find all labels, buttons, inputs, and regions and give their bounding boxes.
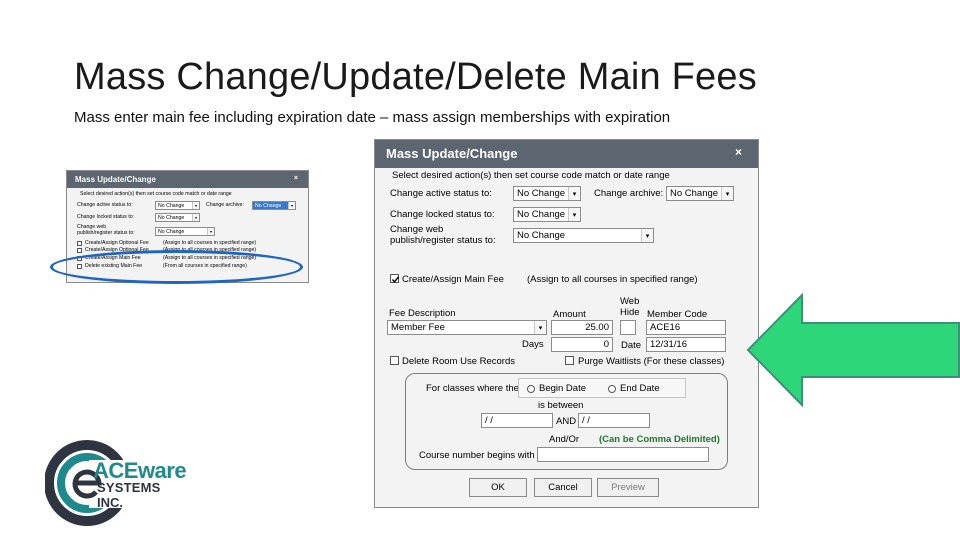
slide-subtitle: Mass enter main fee including expiration… [74, 109, 671, 126]
days-label: Days [522, 339, 544, 350]
amount-input[interactable]: 25.00 [551, 320, 613, 335]
small-instructions: Select desired action(s) then set course… [80, 191, 232, 197]
dialog-titlebar: Mass Update/Change × [375, 140, 758, 168]
small-row-0-note: (Assign to all courses in specified rang… [163, 240, 257, 246]
mass-update-dialog: Mass Update/Change × Select desired acti… [374, 139, 759, 508]
small-active-value: No Change [158, 203, 185, 209]
small-row-0-label: Create/Assign Optional Fee [85, 240, 149, 246]
small-dropdown-icon: ▾ [207, 228, 214, 235]
for-classes-label: For classes where the [426, 383, 519, 394]
purge-waitlists-checkbox[interactable] [565, 356, 574, 365]
small-close-icon[interactable]: × [294, 175, 298, 182]
small-row-1-checkbox[interactable] [77, 248, 82, 253]
is-between-label: is between [538, 400, 584, 411]
end-date-radio[interactable] [608, 385, 616, 393]
locked-status-value: No Change [517, 209, 566, 220]
delete-room-checkbox[interactable] [390, 356, 399, 365]
chevron-down-icon: ▾ [568, 208, 580, 221]
small-locked-label: Change locked status to: [77, 214, 135, 220]
create-main-fee-label: Create/Assign Main Fee [402, 274, 504, 285]
web-status-select[interactable]: No Change ▾ [513, 228, 654, 243]
ok-button[interactable]: OK [469, 478, 527, 497]
instructions-text: Select desired action(s) then set course… [392, 170, 670, 181]
small-dropdown-icon: ▾ [192, 214, 199, 221]
logo-line3: INC. [97, 495, 123, 510]
archive-select[interactable]: No Change ▾ [666, 186, 734, 201]
member-code-input[interactable]: ACE16 [646, 320, 726, 335]
days-input[interactable]: 0 [551, 337, 613, 352]
chevron-down-icon: ▾ [568, 187, 580, 200]
delete-room-label: Delete Room Use Records [402, 356, 515, 367]
small-archive-value: No Change [255, 203, 282, 209]
small-archive-label: Change archive: [206, 202, 244, 208]
comma-delimited-note: (Can be Comma Delimited) [599, 434, 720, 445]
locked-status-select[interactable]: No Change ▾ [513, 207, 581, 222]
web-hide-input[interactable] [620, 320, 636, 335]
chevron-down-icon: ▾ [641, 229, 653, 242]
chevron-down-icon: ▾ [721, 187, 733, 200]
active-status-select[interactable]: No Change ▾ [513, 186, 581, 201]
active-status-label: Change active status to: [390, 188, 492, 199]
web-status-label-1: Change web [390, 224, 444, 235]
fee-description-select[interactable]: Member Fee ▾ [387, 320, 547, 335]
archive-value: No Change [670, 188, 719, 199]
dialog-title: Mass Update/Change [386, 146, 518, 161]
slide-title: Mass Change/Update/Delete Main Fees [74, 56, 757, 98]
and-label: AND [556, 416, 577, 427]
small-archive-select[interactable]: No Change ▾ [252, 201, 296, 210]
purge-waitlists-label: Purge Waitlists (For these classes) [578, 356, 725, 367]
locked-status-label: Change locked status to: [390, 209, 495, 220]
small-locked-select[interactable]: No Change ▾ [155, 213, 200, 222]
small-active-select[interactable]: No Change ▾ [155, 201, 200, 210]
logo-line2: SYSTEMS [97, 480, 161, 495]
amount-header: Amount [553, 309, 586, 320]
web-hide-header-1: Web [620, 296, 640, 307]
web-hide-header-2: Hide [620, 307, 640, 318]
fee-description-value: Member Fee [391, 322, 445, 333]
date-label: Date [621, 340, 642, 351]
small-dropdown-icon: ▾ [192, 202, 199, 209]
expiration-date-input[interactable]: 12/31/16 [646, 337, 726, 352]
small-dialog-title: Mass Update/Change [75, 175, 156, 184]
small-dropdown-icon: ▾ [288, 202, 295, 209]
date-to-input[interactable]: / / [578, 413, 650, 428]
highlight-ellipse [50, 250, 303, 284]
cancel-button[interactable]: Cancel [534, 478, 592, 497]
preview-button[interactable]: Preview [597, 478, 659, 497]
small-web-value: No Change [158, 229, 185, 235]
small-active-label: Change active status to: [77, 202, 133, 208]
end-date-label: End Date [620, 383, 660, 394]
member-code-header: Member Code [647, 309, 708, 320]
green-arrow-icon [746, 293, 960, 407]
course-number-input[interactable] [537, 447, 709, 462]
create-main-fee-note: (Assign to all courses in specified rang… [527, 274, 698, 285]
create-main-fee-checkbox[interactable] [390, 274, 400, 283]
chevron-down-icon: ▾ [534, 321, 546, 334]
web-status-label-2: publish/register status to: [390, 235, 496, 246]
small-web-label-2: publish/register status to: [77, 230, 135, 236]
small-locked-value: No Change [158, 215, 185, 221]
and-or-label: And/Or [549, 434, 580, 445]
small-dialog-titlebar: Mass Update/Change × [67, 171, 308, 188]
begin-date-radio[interactable] [527, 385, 535, 393]
aceware-logo: ACEware SYSTEMS INC. [44, 438, 195, 530]
course-number-label: Course number begins with [419, 450, 535, 461]
active-status-value: No Change [517, 188, 566, 199]
date-from-input[interactable]: / / [481, 413, 553, 428]
check-icon [391, 276, 400, 283]
close-icon[interactable]: × [735, 146, 742, 158]
begin-date-label: Begin Date [539, 383, 587, 394]
web-status-value: No Change [517, 230, 566, 241]
archive-label: Change archive: [594, 188, 664, 199]
small-row-0-checkbox[interactable] [77, 241, 82, 246]
fee-description-header: Fee Description [389, 308, 456, 319]
small-web-select[interactable]: No Change ▾ [155, 227, 215, 236]
